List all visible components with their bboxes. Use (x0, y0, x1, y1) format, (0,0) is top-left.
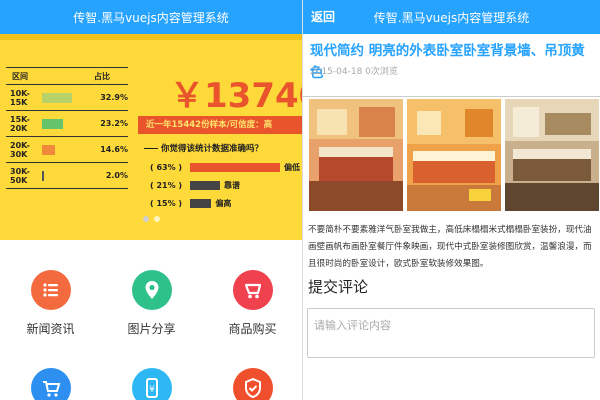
poll-percent: ( 21% ) (150, 181, 183, 190)
nav-grid: 新闻资讯 图片分享 商品购买 ¥ (0, 240, 302, 400)
comment-title: 提交评论 (308, 278, 369, 296)
article-photos (303, 99, 600, 211)
app-root: 传智.黑马vuejs内容管理系统 区间 占比 10K-15K 32.9% 15K… (0, 0, 600, 400)
carousel-dot[interactable] (154, 216, 160, 222)
ratio-value: 23.2% (100, 119, 128, 128)
carousel-indicators (143, 216, 160, 222)
shopping-cart-icon (30, 368, 71, 400)
sample-band: 近一年15442份样本/可信度：高 (138, 116, 302, 134)
grid-item-photos[interactable]: 图片分享 (101, 270, 202, 337)
ratio-value: 2.0% (105, 171, 128, 180)
ratio-bar (42, 144, 56, 155)
grid-label: 商品购买 (228, 322, 277, 336)
ratio-bar (42, 92, 72, 103)
ratio-header: 占比 (94, 71, 110, 81)
header-title: 传智.黑马vuejs内容管理系统 (373, 10, 530, 25)
poll-option: ( 15% ) 偏高 (150, 198, 302, 209)
bedroom-photo[interactable] (309, 99, 403, 211)
grid-label: 新闻资讯 (26, 322, 75, 336)
grid-item-cart[interactable] (0, 368, 101, 400)
carousel-dot[interactable] (143, 216, 149, 222)
location-pin-icon (131, 270, 172, 310)
ratio-bar (42, 170, 44, 181)
bedroom-photo[interactable] (407, 99, 501, 211)
table-row: 30K-50K 2.0% (6, 163, 128, 189)
poll-text: 靠谱 (224, 181, 240, 190)
poll-question: 你觉得该统计数据准确吗？ (144, 142, 263, 154)
poll-text: 偏高 (215, 199, 232, 208)
yen-phone-icon: ¥ (131, 368, 172, 400)
grid-item-verify[interactable] (202, 368, 302, 400)
poll-bar (190, 163, 280, 172)
poll-option: ( 63% ) 偏低 (150, 162, 302, 173)
ratio-value: 14.6% (100, 145, 128, 154)
ratio-value: 32.9% (100, 93, 128, 102)
app-header: 返回 传智.黑马vuejs内容管理系统 (303, 0, 600, 34)
list-icon (30, 270, 71, 310)
header-title: 传智.黑马vuejs内容管理系统 (73, 10, 229, 25)
banner-top-strip (0, 34, 302, 40)
grid-item-shop[interactable]: 商品购买 (202, 270, 302, 337)
app-header: 传智.黑马vuejs内容管理系统 (0, 0, 302, 34)
range-label: 20K-30K (10, 140, 30, 159)
comment-input[interactable] (307, 308, 595, 358)
back-button[interactable]: 返回 (311, 0, 335, 34)
home-screen: 传智.黑马vuejs内容管理系统 区间 占比 10K-15K 32.9% 15K… (0, 0, 303, 400)
check-shield-icon (232, 368, 273, 400)
range-label: 15K-20K (10, 114, 30, 133)
article-meta: 2015-04-18 0次浏览 (310, 67, 398, 77)
grid-label: 图片分享 (127, 322, 176, 336)
range-header: 区间 (12, 71, 28, 81)
poll-bar (190, 199, 212, 208)
divider (303, 96, 600, 97)
svg-text:¥: ¥ (149, 385, 155, 395)
poll-text: 偏低 (284, 163, 300, 172)
article-screen: 返回 传智.黑马vuejs内容管理系统 现代简约 明亮的外表卧室卧室背景墙、吊顶… (303, 0, 600, 400)
carousel-banner[interactable]: 区间 占比 10K-15K 32.9% 15K-20K 23.2% 20K-30… (0, 34, 302, 240)
table-row: 20K-30K 14.6% (6, 137, 128, 163)
salary-table: 区间 占比 10K-15K 32.9% 15K-20K 23.2% 20K-30… (6, 67, 128, 189)
poll-bar (190, 181, 220, 190)
grid-item-pay[interactable]: ¥ (101, 368, 202, 400)
poll-percent: ( 15% ) (150, 199, 183, 208)
salary-table-header: 区间 占比 (6, 67, 128, 85)
shop-logo-icon (232, 270, 273, 310)
article-content: 不要简朴不要素雅洋气卧室我做主，高低床榻榻米式榻榻卧室装扮，现代油画壁画帆布画卧… (308, 225, 592, 269)
poll-option: ( 21% ) 靠谱 (150, 180, 302, 191)
average-salary: ￥13740 (170, 76, 302, 116)
ratio-bar (42, 118, 64, 129)
table-row: 15K-20K 23.2% (6, 111, 128, 137)
table-row: 10K-15K 32.9% (6, 85, 128, 111)
range-label: 10K-15K (10, 88, 30, 107)
grid-item-news[interactable]: 新闻资讯 (0, 270, 101, 337)
bedroom-photo[interactable] (505, 99, 599, 211)
article-title: 现代简约 明亮的外表卧室卧室背景墙、吊顶黄色 (310, 43, 585, 81)
poll-percent: ( 63% ) (150, 163, 183, 172)
range-label: 30K-50K (10, 166, 30, 185)
